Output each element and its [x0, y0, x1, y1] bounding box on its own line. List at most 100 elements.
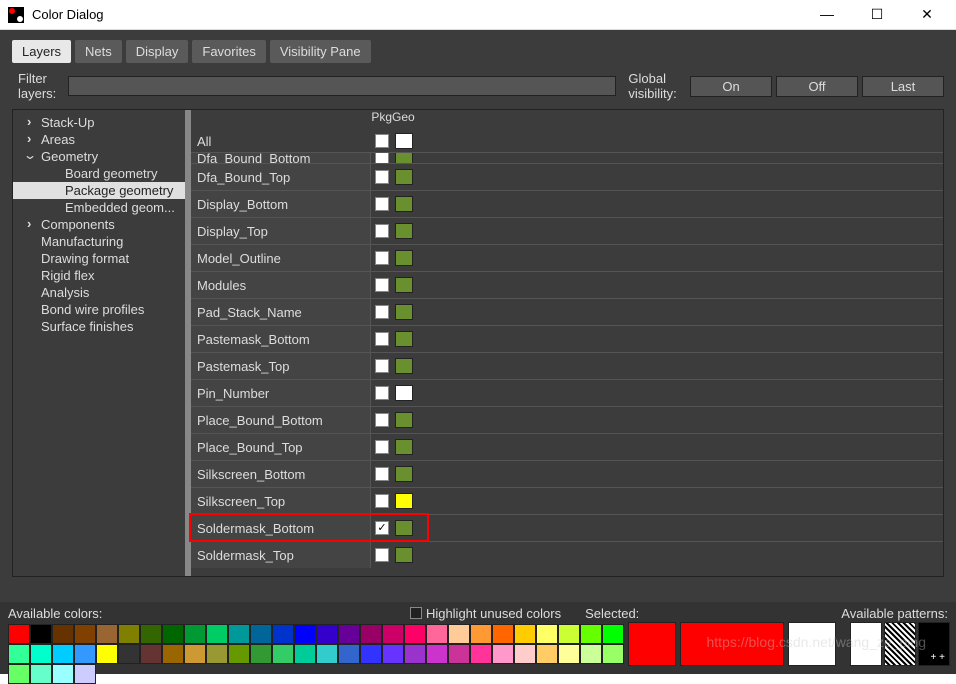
- color-swatch[interactable]: [492, 624, 514, 644]
- color-swatch[interactable]: [294, 624, 316, 644]
- layer-color-swatch[interactable]: [395, 358, 413, 374]
- layer-name[interactable]: Place_Bound_Bottom: [191, 407, 371, 433]
- color-swatch[interactable]: [558, 624, 580, 644]
- color-swatch[interactable]: [382, 624, 404, 644]
- layer-visibility-checkbox[interactable]: [375, 332, 389, 346]
- layer-name[interactable]: Model_Outline: [191, 245, 371, 271]
- tab-nets[interactable]: Nets: [75, 40, 122, 63]
- tree-item-board-geometry[interactable]: Board geometry: [13, 165, 185, 182]
- color-swatch[interactable]: [162, 624, 184, 644]
- layer-color-swatch[interactable]: [395, 250, 413, 266]
- color-swatch[interactable]: [360, 624, 382, 644]
- pattern-solid[interactable]: [850, 622, 882, 666]
- layer-color-swatch[interactable]: [395, 520, 413, 536]
- close-button[interactable]: ✕: [912, 6, 942, 23]
- tree-item-stack-up[interactable]: Stack-Up: [13, 114, 185, 131]
- color-swatch[interactable]: [602, 644, 624, 664]
- layer-name[interactable]: Soldermask_Bottom: [191, 515, 371, 541]
- minimize-button[interactable]: —: [812, 6, 842, 23]
- tree-item-components[interactable]: Components: [13, 216, 185, 233]
- tree-item-manufacturing[interactable]: Manufacturing: [13, 233, 185, 250]
- layer-visibility-checkbox[interactable]: [375, 278, 389, 292]
- layer-color-swatch[interactable]: [395, 385, 413, 401]
- color-swatch[interactable]: [8, 624, 30, 644]
- color-swatch[interactable]: [74, 624, 96, 644]
- color-swatch[interactable]: [272, 644, 294, 664]
- tree-item-areas[interactable]: Areas: [13, 131, 185, 148]
- color-swatch[interactable]: [360, 644, 382, 664]
- color-swatch[interactable]: [580, 644, 602, 664]
- layer-color-swatch[interactable]: [395, 412, 413, 428]
- color-swatch[interactable]: [514, 624, 536, 644]
- color-swatch[interactable]: [250, 644, 272, 664]
- layer-color-swatch[interactable]: [395, 223, 413, 239]
- layer-visibility-checkbox[interactable]: [375, 440, 389, 454]
- layer-visibility-checkbox[interactable]: [375, 413, 389, 427]
- color-swatch[interactable]: [316, 624, 338, 644]
- layer-name[interactable]: Display_Top: [191, 218, 371, 244]
- selected-color-1[interactable]: [680, 622, 784, 666]
- color-swatch[interactable]: [338, 644, 360, 664]
- tab-display[interactable]: Display: [126, 40, 189, 63]
- tab-favorites[interactable]: Favorites: [192, 40, 265, 63]
- color-swatch[interactable]: [558, 644, 580, 664]
- layer-visibility-checkbox[interactable]: [375, 224, 389, 238]
- all-row-label[interactable]: All: [191, 130, 371, 152]
- layer-color-swatch[interactable]: [395, 439, 413, 455]
- layer-color-swatch[interactable]: [395, 466, 413, 482]
- layer-name[interactable]: Dfa_Bound_Bottom: [191, 153, 371, 163]
- color-swatch[interactable]: [404, 624, 426, 644]
- layer-visibility-checkbox[interactable]: [375, 494, 389, 508]
- layer-name[interactable]: Soldermask_Top: [191, 542, 371, 568]
- color-swatch[interactable]: [118, 624, 140, 644]
- color-swatch[interactable]: [382, 644, 404, 664]
- tree-item-bond-wire-profiles[interactable]: Bond wire profiles: [13, 301, 185, 318]
- tree-item-rigid-flex[interactable]: Rigid flex: [13, 267, 185, 284]
- color-swatch[interactable]: [228, 624, 250, 644]
- color-swatch[interactable]: [470, 644, 492, 664]
- layer-name[interactable]: Display_Bottom: [191, 191, 371, 217]
- color-swatch[interactable]: [96, 624, 118, 644]
- color-swatch[interactable]: [184, 624, 206, 644]
- color-swatch[interactable]: [228, 644, 250, 664]
- layer-name[interactable]: Place_Bound_Top: [191, 434, 371, 460]
- color-swatch[interactable]: [426, 644, 448, 664]
- tab-visibility-pane[interactable]: Visibility Pane: [270, 40, 371, 63]
- layer-name[interactable]: Pin_Number: [191, 380, 371, 406]
- layer-visibility-checkbox[interactable]: [375, 305, 389, 319]
- color-swatch[interactable]: [338, 624, 360, 644]
- color-swatch[interactable]: [404, 644, 426, 664]
- layer-visibility-checkbox[interactable]: [375, 197, 389, 211]
- color-swatch[interactable]: [74, 664, 96, 684]
- color-swatch[interactable]: [30, 644, 52, 664]
- color-swatch[interactable]: [514, 644, 536, 664]
- color-swatch[interactable]: [8, 644, 30, 664]
- color-swatch[interactable]: [250, 624, 272, 644]
- color-swatch[interactable]: [448, 624, 470, 644]
- color-swatch[interactable]: [162, 644, 184, 664]
- layer-color-swatch[interactable]: [395, 304, 413, 320]
- color-swatch[interactable]: [140, 644, 162, 664]
- color-swatch[interactable]: [52, 644, 74, 664]
- color-swatch[interactable]: [8, 664, 30, 684]
- layer-visibility-checkbox[interactable]: [375, 359, 389, 373]
- color-swatch[interactable]: [74, 644, 96, 664]
- color-swatch[interactable]: [536, 644, 558, 664]
- tree-item-package-geometry[interactable]: Package geometry: [13, 182, 185, 199]
- layer-visibility-checkbox[interactable]: [375, 467, 389, 481]
- highlight-unused-checkbox[interactable]: [410, 607, 422, 619]
- layer-color-swatch[interactable]: [395, 547, 413, 563]
- header-checkbox[interactable]: [375, 134, 389, 148]
- layer-color-swatch[interactable]: [395, 277, 413, 293]
- tree-item-geometry[interactable]: Geometry: [13, 148, 185, 165]
- layer-name[interactable]: Silkscreen_Top: [191, 488, 371, 514]
- color-swatch[interactable]: [96, 644, 118, 664]
- layer-name[interactable]: Dfa_Bound_Top: [191, 164, 371, 190]
- color-swatch[interactable]: [492, 644, 514, 664]
- color-swatch[interactable]: [140, 624, 162, 644]
- global-vis-last-button[interactable]: Last: [862, 76, 944, 97]
- maximize-button[interactable]: ☐: [862, 6, 892, 23]
- color-swatch[interactable]: [206, 644, 228, 664]
- selected-color-2[interactable]: [788, 622, 836, 666]
- layer-name[interactable]: Modules: [191, 272, 371, 298]
